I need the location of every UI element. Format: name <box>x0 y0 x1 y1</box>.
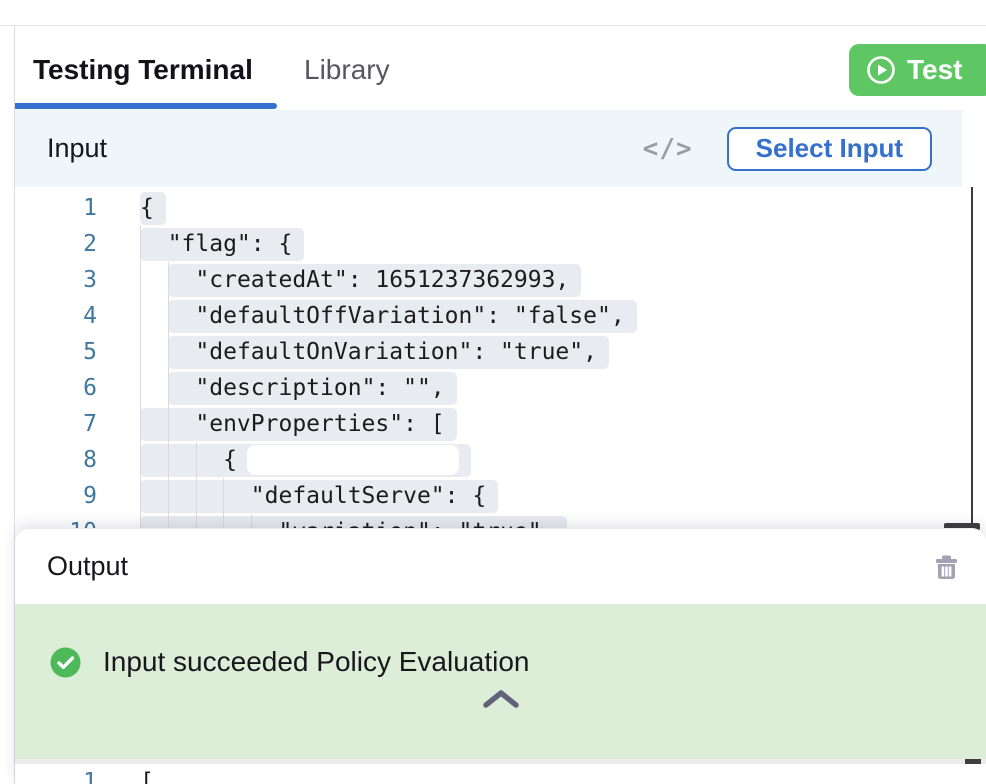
indent-guide <box>140 226 141 528</box>
code-line: 10 "variation": "true", <box>15 514 972 528</box>
code-line-text: "defaultOnVariation": "true", <box>140 334 609 370</box>
line-number: 9 <box>15 483 110 509</box>
editor-vertical-scrollbar[interactable] <box>971 187 973 532</box>
code-line: 7 "envProperties": [ <box>15 406 972 442</box>
line-number: 3 <box>15 267 110 293</box>
line-number: 5 <box>15 339 110 365</box>
output-panel-title: Output <box>47 551 128 582</box>
code-line-text: "createdAt": 1651237362993, <box>140 262 581 298</box>
code-line: 4 "defaultOffVariation": "false", <box>15 298 972 334</box>
line-number: 4 <box>15 303 110 329</box>
code-line: 9 "defaultServe": { <box>15 478 972 514</box>
test-button-label: Test <box>907 54 963 86</box>
line-number: 1 <box>15 769 110 784</box>
code-line-text: "defaultOffVariation": "false", <box>140 298 637 334</box>
success-message: Input succeeded Policy Evaluation <box>103 646 530 678</box>
tab-library[interactable]: Library <box>304 54 390 86</box>
code-line-text: { <box>140 190 166 226</box>
line-number: 7 <box>15 411 110 437</box>
line-number: 1 <box>15 195 110 221</box>
code-line: 3 "createdAt": 1651237362993, <box>15 262 972 298</box>
indent-guide <box>196 442 197 528</box>
code-line-text: "envProperties": [ <box>140 406 457 442</box>
selection-gap <box>247 445 459 475</box>
code-line: 5 "defaultOnVariation": "true", <box>15 334 972 370</box>
code-line: 8 { <box>15 442 972 478</box>
line-number: 6 <box>15 375 110 401</box>
line-number: 8 <box>15 447 110 473</box>
line-number: 2 <box>15 231 110 257</box>
clear-output-button[interactable] <box>933 552 960 581</box>
code-line-text: "defaultServe": { <box>140 478 498 514</box>
indent-guide <box>251 514 252 528</box>
code-line-text: [ <box>140 764 154 784</box>
indent-guide <box>168 262 169 528</box>
output-panel-header: Output <box>15 529 986 604</box>
input-code-editor[interactable]: 1{2 "flag": {3 "createdAt": 165123736299… <box>15 187 972 528</box>
code-line: 1[ <box>15 764 986 784</box>
indent-guide <box>223 478 224 528</box>
testing-terminal-page: Testing Terminal Library Test Input </> … <box>0 0 986 784</box>
code-line-text: "variation": "true", <box>140 514 567 528</box>
input-panel-header: Input </> Select Input <box>15 110 962 187</box>
collapse-banner-button[interactable] <box>478 684 524 714</box>
select-input-button[interactable]: Select Input <box>727 127 932 171</box>
code-line-text: "description": "", <box>140 370 457 406</box>
output-code-editor[interactable]: 1[ <box>15 764 986 784</box>
success-check-icon <box>50 647 81 678</box>
output-panel: Output <box>15 528 986 784</box>
code-line-text: "flag": { <box>140 226 304 262</box>
chevron-up-icon <box>482 688 520 710</box>
code-line: 2 "flag": { <box>15 226 972 262</box>
play-circle-icon <box>865 54 897 86</box>
active-tab-underline <box>15 103 277 109</box>
line-number: 10 <box>15 519 110 528</box>
code-line: 6 "description": "", <box>15 370 972 406</box>
trash-icon <box>933 552 960 581</box>
test-button[interactable]: Test <box>849 44 986 96</box>
code-line: 1{ <box>15 190 972 226</box>
input-panel-title: Input <box>47 133 107 164</box>
top-divider <box>0 25 986 26</box>
tab-testing-terminal[interactable]: Testing Terminal <box>33 54 253 86</box>
code-view-icon[interactable]: </> <box>643 134 693 164</box>
code-line-text: { <box>140 442 471 478</box>
success-banner: Input succeeded Policy Evaluation <box>15 604 986 759</box>
